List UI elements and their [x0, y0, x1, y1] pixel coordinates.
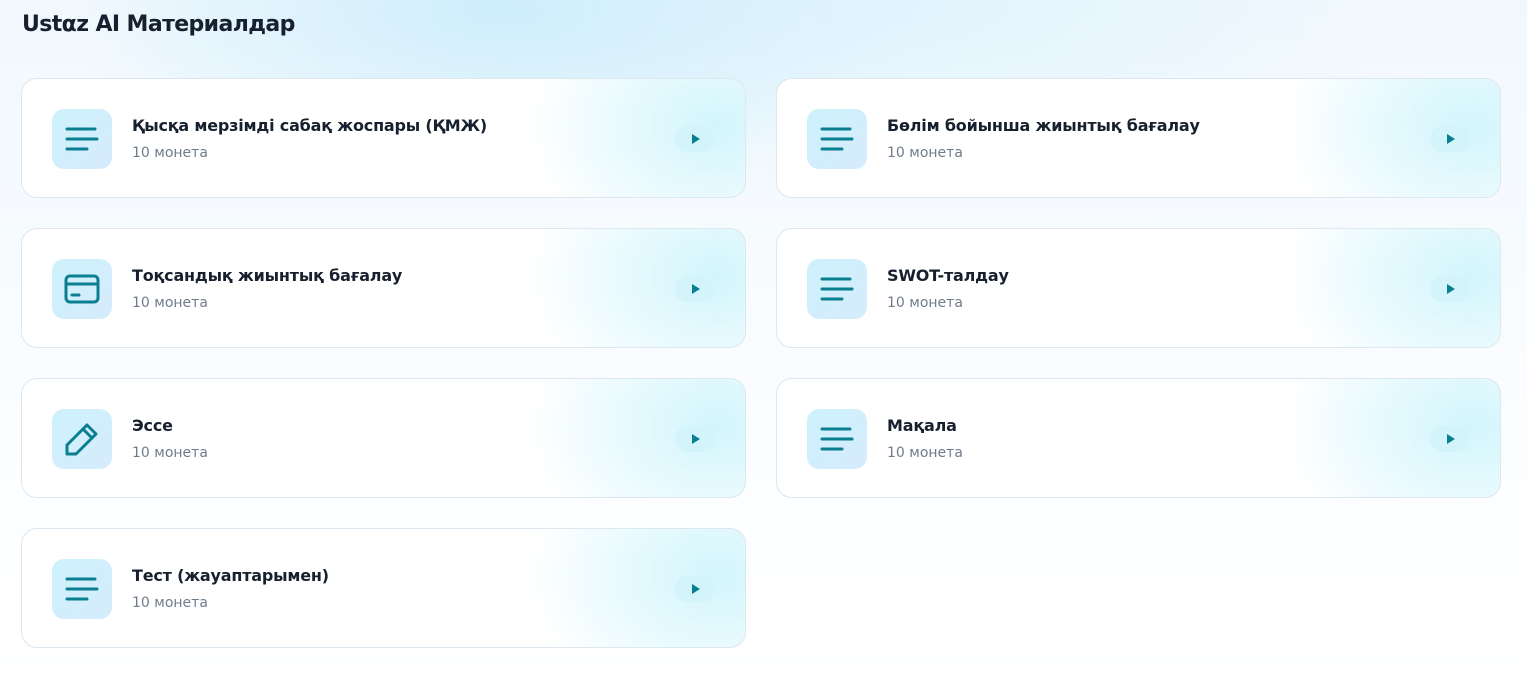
material-card-swot[interactable]: SWOT-талдау 10 монета: [776, 228, 1501, 348]
play-button[interactable]: [1430, 276, 1470, 302]
text-lines-icon: [52, 109, 112, 169]
material-title: Мақала: [887, 416, 957, 435]
material-title: Эссе: [132, 416, 173, 435]
material-price: 10 монета: [132, 145, 208, 161]
material-title: Тоқсандық жиынтық бағалау: [132, 266, 403, 285]
material-price: 10 монета: [132, 295, 208, 311]
material-card-short-term-plan[interactable]: Қысқа мерзімді сабақ жоспары (ҚМЖ) 10 мо…: [21, 78, 746, 198]
play-button[interactable]: [675, 276, 715, 302]
material-price: 10 монета: [132, 595, 208, 611]
play-button[interactable]: [675, 126, 715, 152]
material-title: Тест (жауаптарымен): [132, 566, 329, 585]
play-button[interactable]: [1430, 426, 1470, 452]
page-title: Ustαz AI Материалдар: [22, 12, 295, 37]
play-button[interactable]: [675, 426, 715, 452]
material-title: SWOT-талдау: [887, 266, 1009, 285]
text-lines-icon: [52, 559, 112, 619]
material-card-test[interactable]: Тест (жауаптарымен) 10 монета: [21, 528, 746, 648]
play-button[interactable]: [675, 576, 715, 602]
card-icon: [52, 259, 112, 319]
material-price: 10 монета: [887, 145, 963, 161]
material-card-section-summative[interactable]: Бөлім бойынша жиынтық бағалау 10 монета: [776, 78, 1501, 198]
material-card-essay[interactable]: Эссе 10 монета: [21, 378, 746, 498]
play-icon: [692, 434, 700, 444]
material-title: Бөлім бойынша жиынтық бағалау: [887, 116, 1200, 135]
play-icon: [692, 584, 700, 594]
play-button[interactable]: [1430, 126, 1470, 152]
material-price: 10 монета: [132, 445, 208, 461]
material-card-article[interactable]: Мақала 10 монета: [776, 378, 1501, 498]
material-card-quarter-summative[interactable]: Тоқсандық жиынтық бағалау 10 монета: [21, 228, 746, 348]
play-icon: [692, 284, 700, 294]
text-lines-icon: [807, 259, 867, 319]
play-icon: [1447, 284, 1455, 294]
play-icon: [692, 134, 700, 144]
material-price: 10 монета: [887, 445, 963, 461]
pencil-icon: [52, 409, 112, 469]
material-title: Қысқа мерзімді сабақ жоспары (ҚМЖ): [132, 116, 487, 135]
material-price: 10 монета: [887, 295, 963, 311]
play-icon: [1447, 134, 1455, 144]
text-lines-icon: [807, 109, 867, 169]
text-lines-icon: [807, 409, 867, 469]
play-icon: [1447, 434, 1455, 444]
